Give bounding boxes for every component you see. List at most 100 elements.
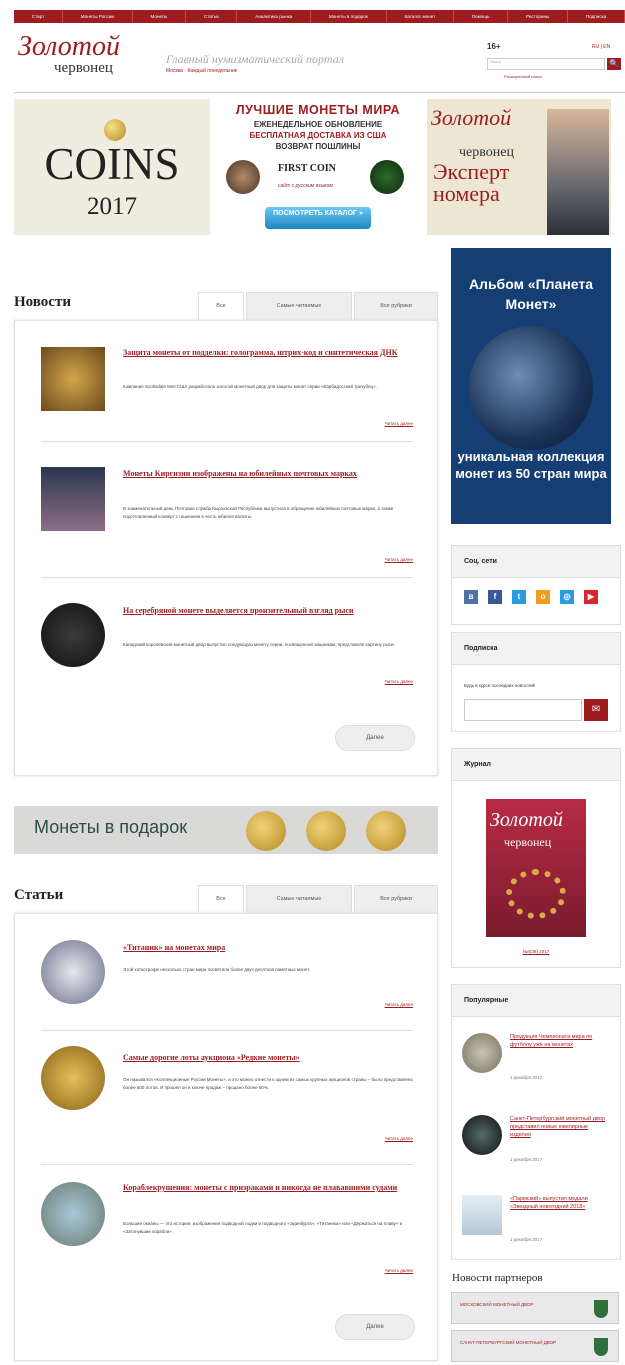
logo-top[interactable]: Золотой [18, 33, 120, 61]
firstcoin-banner[interactable]: ЛУЧШИЕ МОНЕТЫ МИРА ЕЖЕНЕДЕЛЬНОЕ ОБНОВЛЕН… [220, 99, 416, 235]
news-text: В знаменательный день Почтовая служба Кы… [123, 506, 394, 519]
expert-logo-top: Золотой [431, 105, 512, 130]
coin-image [370, 160, 404, 194]
tab-all[interactable]: Все [198, 885, 244, 913]
expert-photo [547, 109, 609, 235]
youtube-icon[interactable]: ▶ [584, 590, 598, 604]
nav-item[interactable]: Подписка [568, 10, 625, 23]
popular-link[interactable]: Санкт-Петербургский монетный двор предст… [510, 1115, 610, 1139]
popular-date: 1 декабря 2017 [510, 1237, 543, 1242]
header-divider [14, 92, 625, 93]
nav-item[interactable]: Аналитика рынка [237, 10, 312, 23]
nav-item[interactable]: Монеты России [63, 10, 133, 23]
article-text: Этой катастрофе несколько стран мира пос… [123, 967, 311, 972]
advanced-search-link[interactable]: Расширенный поиск [504, 74, 542, 79]
popular-title: Популярные [452, 985, 620, 1017]
popular-date: 1 декабря 2017 [510, 1075, 543, 1080]
magazine-box: Журнал Золотой червонец №4(38) 2017 [451, 748, 621, 968]
tab-most-read[interactable]: Самые читаемые [246, 885, 352, 913]
language-switch[interactable]: RU | EN [592, 44, 610, 50]
read-more-link[interactable]: Читать далее [385, 1002, 413, 1007]
subscribe-label: Будь в курсе последних новостей! [464, 683, 536, 688]
news-title: Новости [14, 294, 71, 310]
top-nav-bar: Старт Монеты России Монеты Статьи Аналит… [14, 10, 625, 23]
read-more-link[interactable]: Читать далее [385, 421, 413, 426]
popular-link[interactable]: Продукция Чемпионата мира по футболу уже… [510, 1033, 610, 1049]
view-catalog-button[interactable]: ПОСМОТРЕТЬ КАТАЛОГ » [265, 207, 371, 229]
read-more-link[interactable]: Читать далее [385, 557, 413, 562]
article-title-link[interactable]: Кораблекрушения: монеты с призраками и н… [123, 1182, 413, 1193]
vk-icon[interactable]: в [464, 590, 478, 604]
gift-coins-banner[interactable]: Монеты в подарок [14, 806, 438, 854]
age-rating: 16+ [487, 42, 501, 51]
divider [41, 1164, 413, 1165]
popular-thumb[interactable] [462, 1033, 502, 1073]
articles-title: Статьи [14, 887, 64, 903]
nav-item[interactable]: Каталог монет [387, 10, 454, 23]
partner-button[interactable]: САНКТ-ПЕТЕРБУРГСКИЙ МОНЕТНЫЙ ДВОР [451, 1330, 619, 1362]
popular-thumb[interactable] [462, 1115, 502, 1155]
news-title-link[interactable]: Монеты Киргизии изображены на юбилейных … [123, 468, 413, 479]
firstcoin-site: сайт с русским языком [278, 183, 333, 189]
album-title: Альбом «Планета Монет» [468, 276, 594, 312]
news-title-link[interactable]: Защита монеты от подделки: голограмма, ш… [123, 347, 413, 358]
partner-button[interactable]: МОСКОВСКИЙ МОНЕТНЫЙ ДВОР [451, 1292, 619, 1324]
more-button[interactable]: Далее [335, 725, 415, 751]
nav-item[interactable]: Монеты в подарок [311, 10, 387, 23]
news-title-link[interactable]: На серебряной монете выделяется пронзите… [123, 605, 413, 616]
banner-coins-title: COINS [44, 139, 180, 189]
news-text: Канадский королевский монетный двор выпу… [123, 642, 395, 647]
article-thumb[interactable] [41, 1182, 105, 1246]
search-icon[interactable]: 🔍 [607, 58, 621, 70]
search-input[interactable]: Поиск [487, 58, 605, 70]
nav-item[interactable]: Рестораны [508, 10, 569, 23]
expert-banner[interactable]: Золотой червонец Эксперт номера [427, 99, 611, 235]
nav-item[interactable]: Старт [14, 10, 64, 23]
globe-image [469, 326, 593, 450]
banner-line-1: ЛУЧШИЕ МОНЕТЫ МИРА [235, 103, 401, 117]
facebook-icon[interactable]: f [488, 590, 502, 604]
news-thumb[interactable] [41, 603, 105, 667]
shield-icon [594, 1338, 608, 1356]
shield-icon [594, 1300, 608, 1318]
nav-item[interactable]: Статьи [186, 10, 238, 23]
nav-item[interactable]: Монеты [133, 10, 187, 23]
magazine-issue-link[interactable]: №4(38) 2017 [452, 949, 620, 954]
news-thumb[interactable] [41, 467, 105, 531]
magazine-cover[interactable]: Золотой червонец [486, 799, 586, 937]
odnoklassniki-icon[interactable]: o [536, 590, 550, 604]
popular-box: Популярные Продукция Чемпионата мира по … [451, 984, 621, 1260]
article-title-link[interactable]: «Титаник» на монетах мира [123, 942, 413, 953]
read-more-link[interactable]: Читать далее [385, 679, 413, 684]
logo-bottom[interactable]: червонец [54, 60, 113, 77]
read-more-link[interactable]: Читать далее [385, 1268, 413, 1273]
mail-icon[interactable]: ✉ [584, 699, 608, 721]
articles-box: «Титаник» на монетах мира Этой катастроф… [14, 913, 438, 1361]
nav-item[interactable]: Помощь [454, 10, 509, 23]
coins-2017-banner[interactable]: COINS 2017 [14, 99, 210, 235]
divider [41, 1030, 413, 1031]
popular-date: 1 декабря 2017 [510, 1157, 543, 1162]
news-box: Защита монеты от подделки: голограмма, ш… [14, 320, 438, 776]
livejournal-icon[interactable]: ◎ [560, 590, 574, 604]
tab-all[interactable]: Все [198, 292, 244, 320]
news-thumb[interactable] [41, 347, 105, 411]
email-field[interactable] [464, 699, 582, 721]
more-button[interactable]: Далее [335, 1314, 415, 1340]
firstcoin-brand: FIRST COIN [278, 163, 336, 174]
article-thumb[interactable] [41, 1046, 105, 1110]
banner-line-3: БЕСПЛАТНАЯ ДОСТАВКА ИЗ США [249, 131, 387, 140]
popular-link[interactable]: «Пармский» выпустил медали «Звездный нов… [510, 1195, 610, 1211]
twitter-icon[interactable]: t [512, 590, 526, 604]
read-more-link[interactable]: Читать далее [385, 1136, 413, 1141]
tab-all-rubrics[interactable]: Все рубрики [354, 292, 438, 320]
tab-all-rubrics[interactable]: Все рубрики [354, 885, 438, 913]
article-title-link[interactable]: Самые дорогие лоты аукциона «Редкие моне… [123, 1052, 413, 1063]
divider [41, 441, 413, 442]
tab-most-read[interactable]: Самые читаемые [246, 292, 352, 320]
article-thumb[interactable] [41, 940, 105, 1004]
cover-logo-top: Золотой [490, 809, 563, 831]
subline: Москва · Каждый понедельник [166, 68, 237, 74]
popular-thumb[interactable] [462, 1195, 502, 1235]
album-banner[interactable]: Альбом «Планета Монет» уникальная коллек… [451, 248, 611, 524]
